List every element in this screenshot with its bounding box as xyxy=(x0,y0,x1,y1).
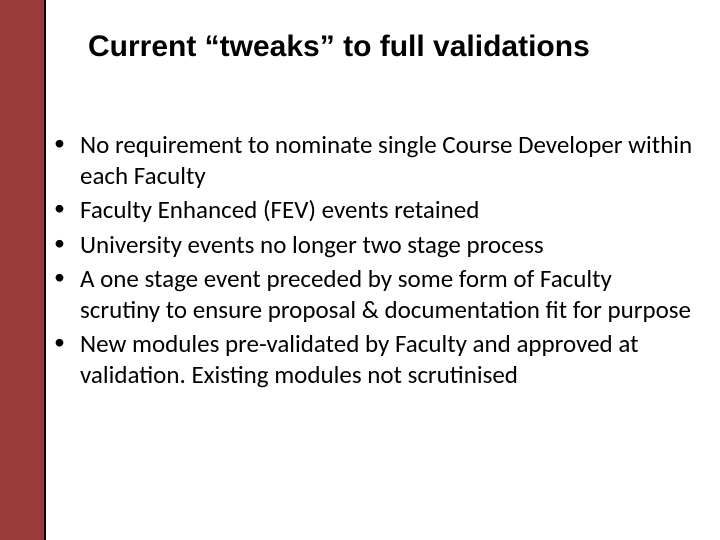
bullet-list: No requirement to nominate single Course… xyxy=(46,130,696,390)
bullet-item: A one stage event preceded by some form … xyxy=(46,264,696,325)
accent-sidebar xyxy=(0,0,46,540)
bullet-item: University events no longer two stage pr… xyxy=(46,230,696,261)
slide-title: Current “tweaks” to full validations xyxy=(88,30,668,64)
bullet-item: New modules pre-validated by Faculty and… xyxy=(46,329,696,390)
slide: Current “tweaks” to full validations No … xyxy=(0,0,720,540)
bullet-item: No requirement to nominate single Course… xyxy=(46,130,696,191)
bullet-item: Faculty Enhanced (FEV) events retained xyxy=(46,195,696,226)
slide-body: No requirement to nominate single Course… xyxy=(46,130,696,394)
